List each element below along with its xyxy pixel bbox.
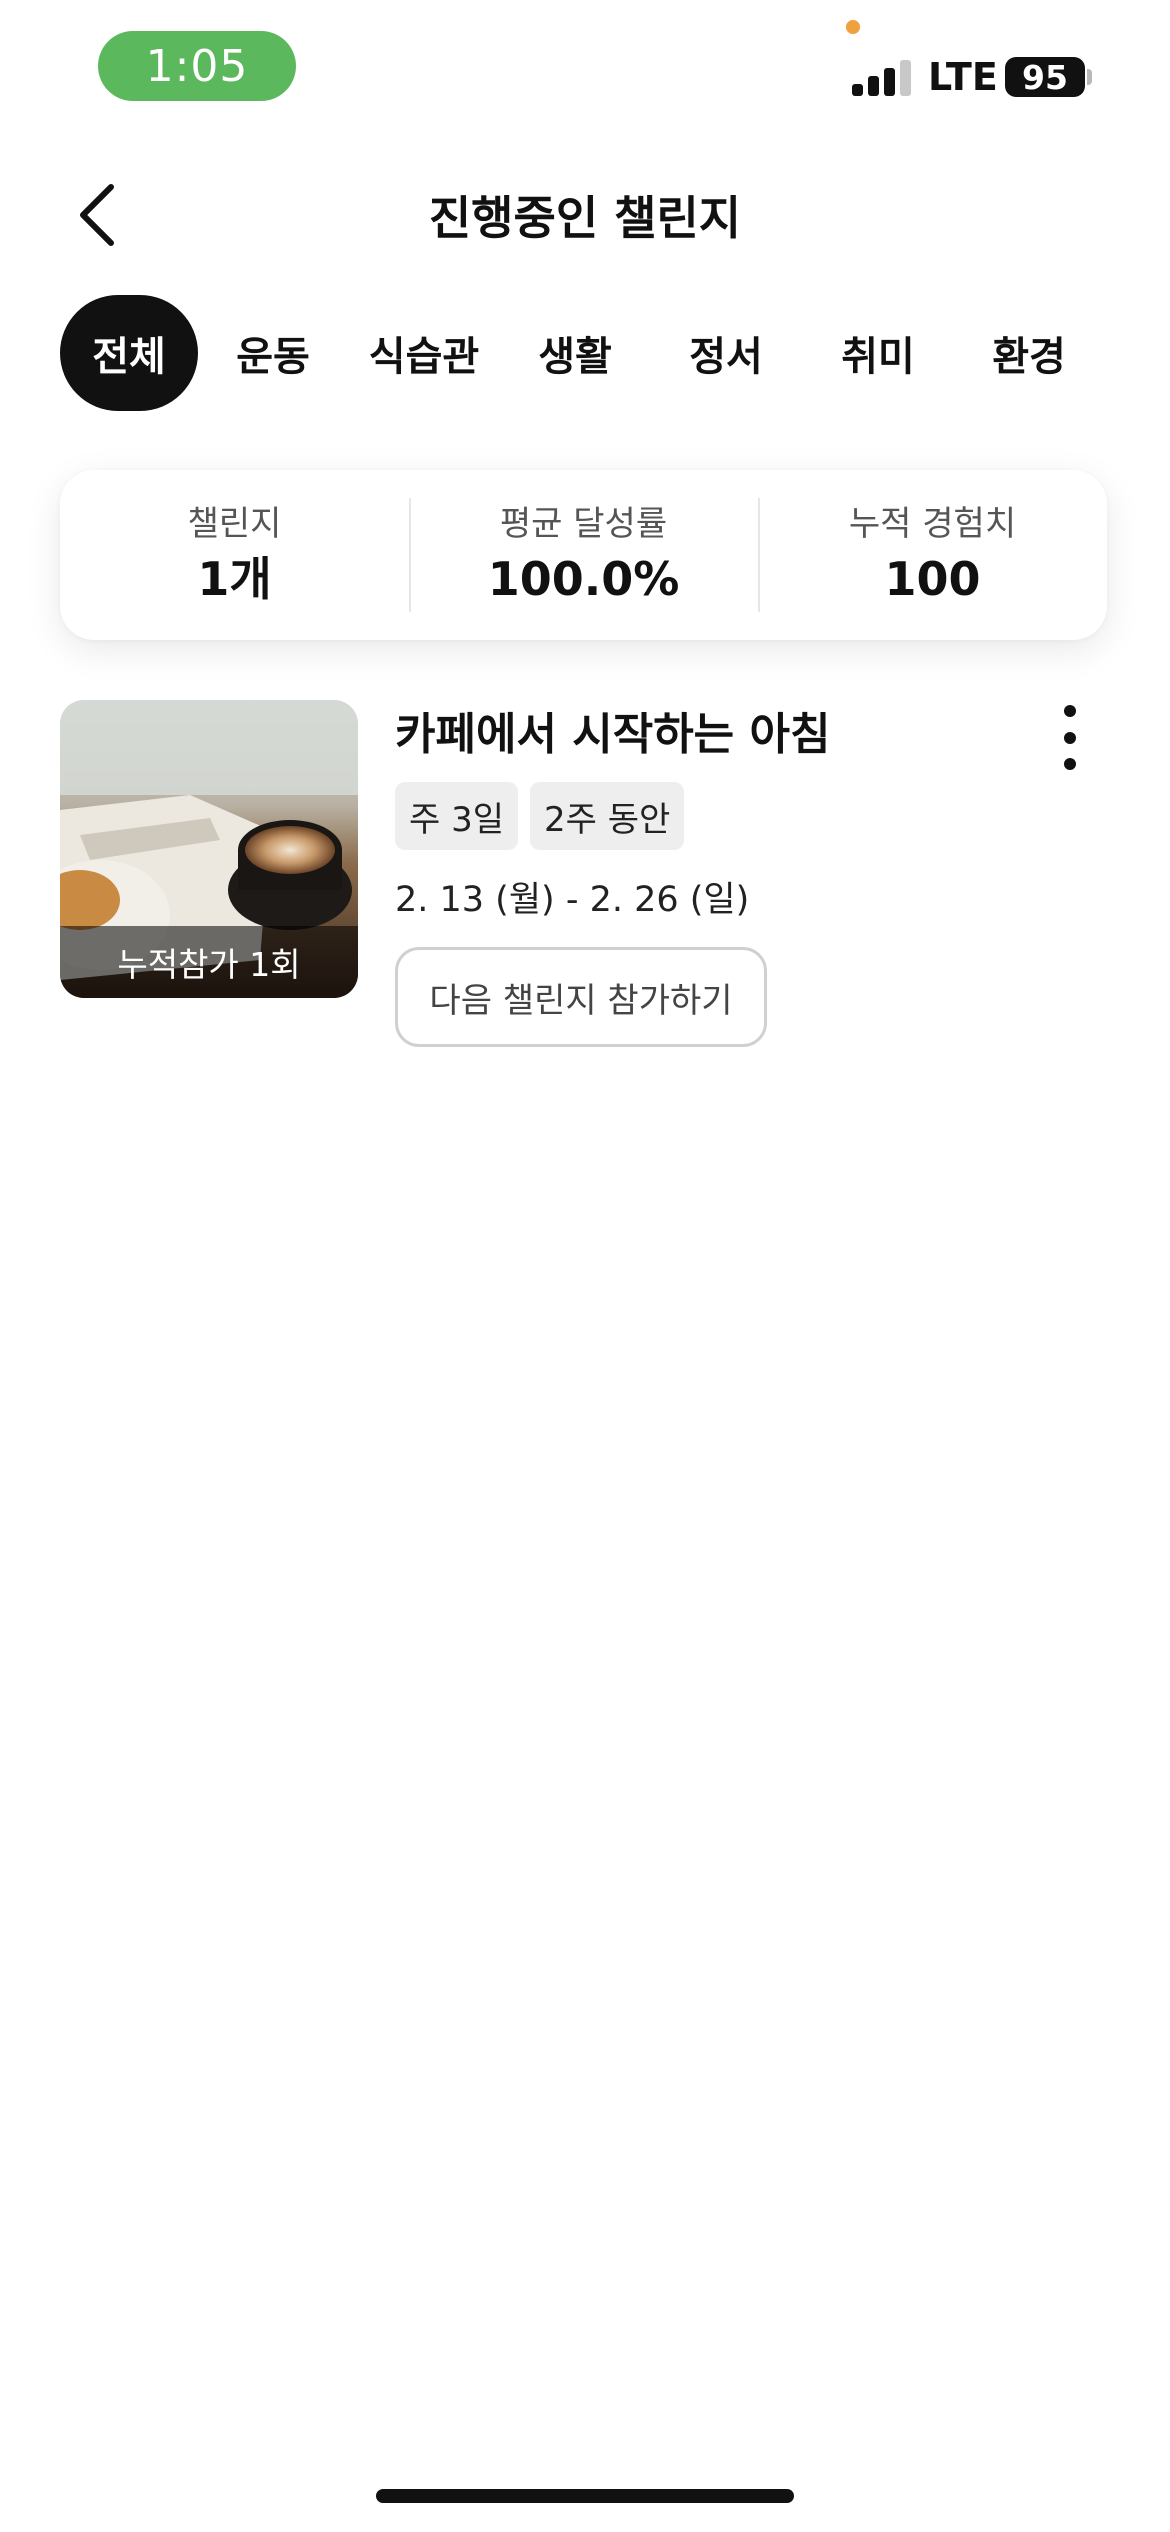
home-indicator[interactable] <box>376 2489 794 2503</box>
battery-icon: 95 <box>1005 57 1085 97</box>
stat-label: 누적 경험치 <box>848 504 1017 544</box>
duration-chip: 2주 동안 <box>530 782 685 850</box>
tab-lifestyle[interactable]: 생활 <box>500 295 650 411</box>
stat-average-achievement: 평균 달성률 100.0% <box>409 498 758 612</box>
tab-exercise[interactable]: 운동 <box>198 295 348 411</box>
privacy-indicator-dot <box>846 20 860 34</box>
more-vertical-icon-dot <box>1064 758 1076 770</box>
tab-environment[interactable]: 환경 <box>954 295 1104 411</box>
stat-label: 평균 달성률 <box>499 504 668 544</box>
challenge-thumbnail[interactable]: 누적참가 1회 <box>60 700 358 998</box>
battery-cap <box>1087 69 1092 85</box>
more-vertical-icon-dot <box>1064 705 1076 717</box>
stat-value: 100.0% <box>487 552 680 606</box>
tab-all[interactable]: 전체 <box>60 295 198 411</box>
battery-level: 95 <box>1022 57 1068 97</box>
tab-diet[interactable]: 식습관 <box>348 295 500 411</box>
category-tabs: 전체 운동 식습관 생활 정서 취미 환경 <box>60 295 1170 411</box>
stat-challenge-count: 챌린지 1개 <box>60 500 409 610</box>
stat-value: 1개 <box>197 552 272 606</box>
carrier-label: LTE <box>928 55 998 99</box>
more-vertical-icon-dot <box>1064 731 1076 744</box>
more-options-button[interactable] <box>1050 705 1090 770</box>
challenge-chips: 주 3일 2주 동안 <box>395 782 685 850</box>
tab-hobby[interactable]: 취미 <box>802 295 954 411</box>
join-next-challenge-button[interactable]: 다음 챌린지 참가하기 <box>395 947 767 1047</box>
page-title: 진행중인 챌린지 <box>428 191 742 245</box>
stat-label: 챌린지 <box>187 504 282 544</box>
frequency-chip: 주 3일 <box>395 782 518 850</box>
cellular-signal-icon <box>852 58 914 96</box>
stat-value: 100 <box>884 552 981 606</box>
participation-count-caption: 누적참가 1회 <box>60 926 358 998</box>
tab-emotion[interactable]: 정서 <box>650 295 802 411</box>
status-time: 1:05 <box>98 31 296 101</box>
stat-total-experience: 누적 경험치 100 <box>758 498 1107 612</box>
challenge-date-range: 2. 13 (월) - 2. 26 (일) <box>395 880 750 920</box>
stats-card: 챌린지 1개 평균 달성률 100.0% 누적 경험치 100 <box>60 470 1107 640</box>
challenge-title[interactable]: 카페에서 시작하는 아침 <box>395 700 830 770</box>
